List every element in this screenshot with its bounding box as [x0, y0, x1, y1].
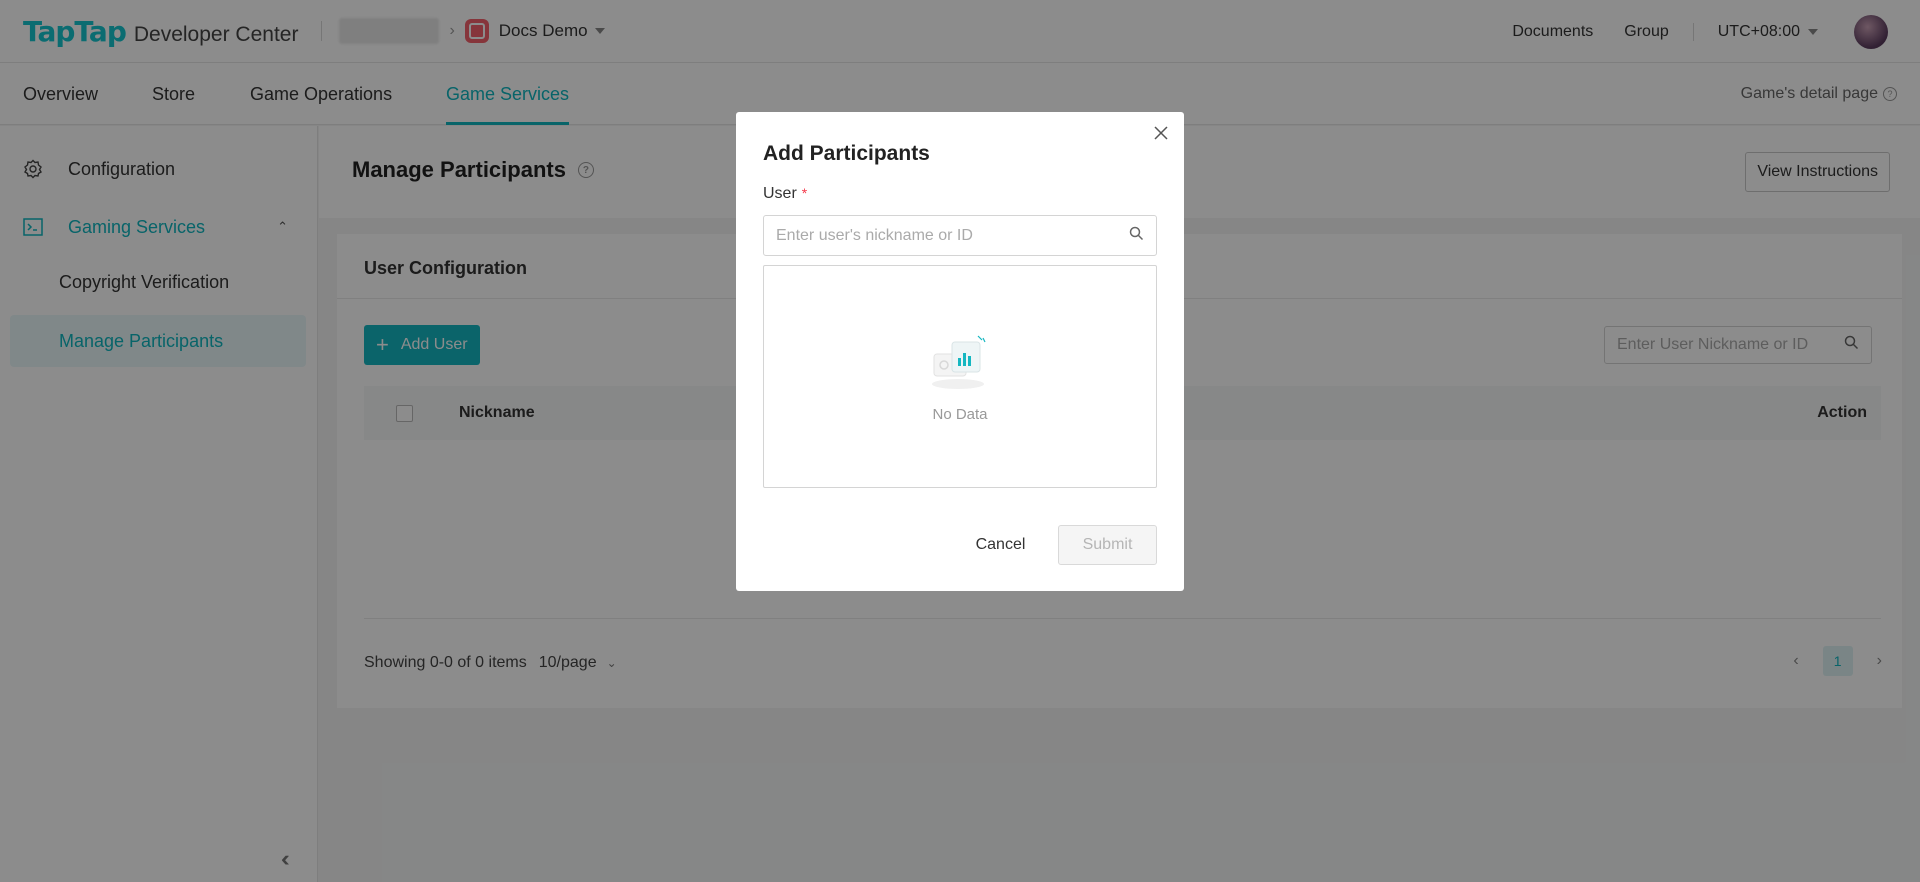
search-icon[interactable]: [1129, 226, 1144, 246]
user-search-field[interactable]: Enter user's nickname or ID: [763, 215, 1157, 256]
empty-data-icon: [930, 334, 992, 397]
user-input-placeholder: Enter user's nickname or ID: [776, 226, 973, 244]
add-participants-modal: Add Participants User * Enter user's nick…: [736, 112, 1184, 591]
search-results-box: No Data: [763, 265, 1157, 488]
cancel-button[interactable]: Cancel: [963, 525, 1038, 565]
empty-state-text: No Data: [932, 406, 988, 423]
modal-title: Add Participants: [763, 142, 930, 165]
user-label-text: User: [763, 185, 797, 202]
required-mark: *: [801, 185, 808, 201]
submit-button[interactable]: Submit: [1058, 525, 1157, 565]
user-field-label: User *: [763, 185, 807, 203]
close-icon[interactable]: [1150, 122, 1172, 144]
